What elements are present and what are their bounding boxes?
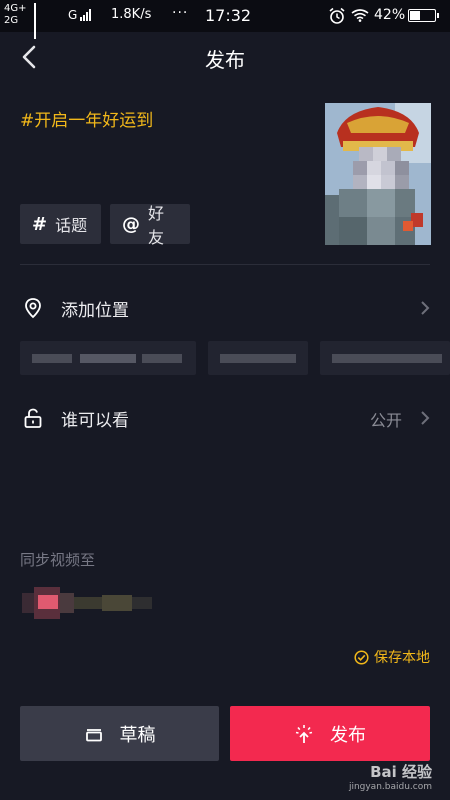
sync-account-toggle[interactable] <box>22 587 152 619</box>
draft-label: 草稿 <box>119 724 156 746</box>
save-local-label: 保存本地 <box>374 650 430 666</box>
location-suggestion[interactable] <box>20 341 196 375</box>
baidu-jingyan-watermark: Bai 经验 jingyan.baidu.com <box>349 761 432 792</box>
add-location-row[interactable]: 添加位置 <box>0 286 450 330</box>
blurred-text <box>220 354 296 363</box>
alarm-icon <box>329 7 345 24</box>
battery-icon <box>408 9 439 22</box>
signal-icon <box>34 3 36 27</box>
video-thumbnail[interactable] <box>325 103 431 245</box>
battery-percent: 42% <box>374 7 406 23</box>
blurred-text <box>80 354 136 363</box>
network-speed: 1.8K/s <box>111 7 152 22</box>
location-pin-icon <box>25 298 41 319</box>
chevron-right-icon <box>421 411 430 425</box>
sync-label: 同步视频至 <box>20 551 96 569</box>
draft-box-icon <box>85 728 102 741</box>
add-location-label: 添加位置 <box>61 301 129 321</box>
save-local-toggle[interactable]: 保存本地 <box>354 647 430 667</box>
mention-friend-button[interactable]: @ 好友 <box>110 204 190 247</box>
blurred-text <box>332 354 442 363</box>
visibility-label: 谁可以看 <box>61 411 129 431</box>
carrier-signal-icon <box>80 9 92 21</box>
watermark-url: jingyan.baidu.com <box>348 782 432 792</box>
network-type-top: 4G+ <box>4 3 27 14</box>
watermark-text: Bai 经验 <box>370 763 432 781</box>
at-icon: @ <box>122 213 140 235</box>
network-type-bottom: 2G <box>4 15 19 26</box>
wifi-icon <box>351 9 369 22</box>
more-notifications-icon: ··· <box>172 5 189 21</box>
publish-button[interactable]: 发布 <box>230 706 430 761</box>
publish-upload-icon <box>295 724 313 743</box>
hashtag-icon: # <box>32 213 48 235</box>
visibility-row[interactable]: 谁可以看 公开 <box>0 396 450 440</box>
thumbnail-image <box>325 103 431 245</box>
carrier-label: G <box>68 8 78 22</box>
synced-account-avatar <box>22 587 152 619</box>
location-suggestion[interactable] <box>320 341 450 375</box>
page-title: 发布 <box>205 48 245 72</box>
unlock-icon <box>24 408 42 428</box>
clock: 17:32 <box>205 6 252 25</box>
topic-button[interactable]: # 话题 <box>20 204 101 244</box>
post-caption[interactable]: #开启一年好运到 <box>20 106 153 131</box>
status-bar: 4G+ 2G G 1.8K/s ··· 17:32 42% <box>0 0 450 39</box>
visibility-value: 公开 <box>369 411 402 430</box>
draft-button[interactable]: 草稿 <box>20 706 219 761</box>
carrier-signal: G <box>68 8 92 22</box>
chevron-right-icon <box>421 301 430 315</box>
divider <box>20 264 430 265</box>
signal-icon-secondary <box>34 15 36 39</box>
publish-label: 发布 <box>330 724 366 746</box>
blurred-text <box>32 354 72 363</box>
network-indicator: 4G+ 2G <box>4 3 36 39</box>
top-bar: 发布 <box>0 32 450 82</box>
friend-label: 好友 <box>148 204 165 247</box>
blurred-text <box>142 354 182 363</box>
topic-label: 话题 <box>55 216 88 235</box>
check-circle-icon <box>354 649 369 665</box>
location-suggestion[interactable] <box>208 341 308 375</box>
